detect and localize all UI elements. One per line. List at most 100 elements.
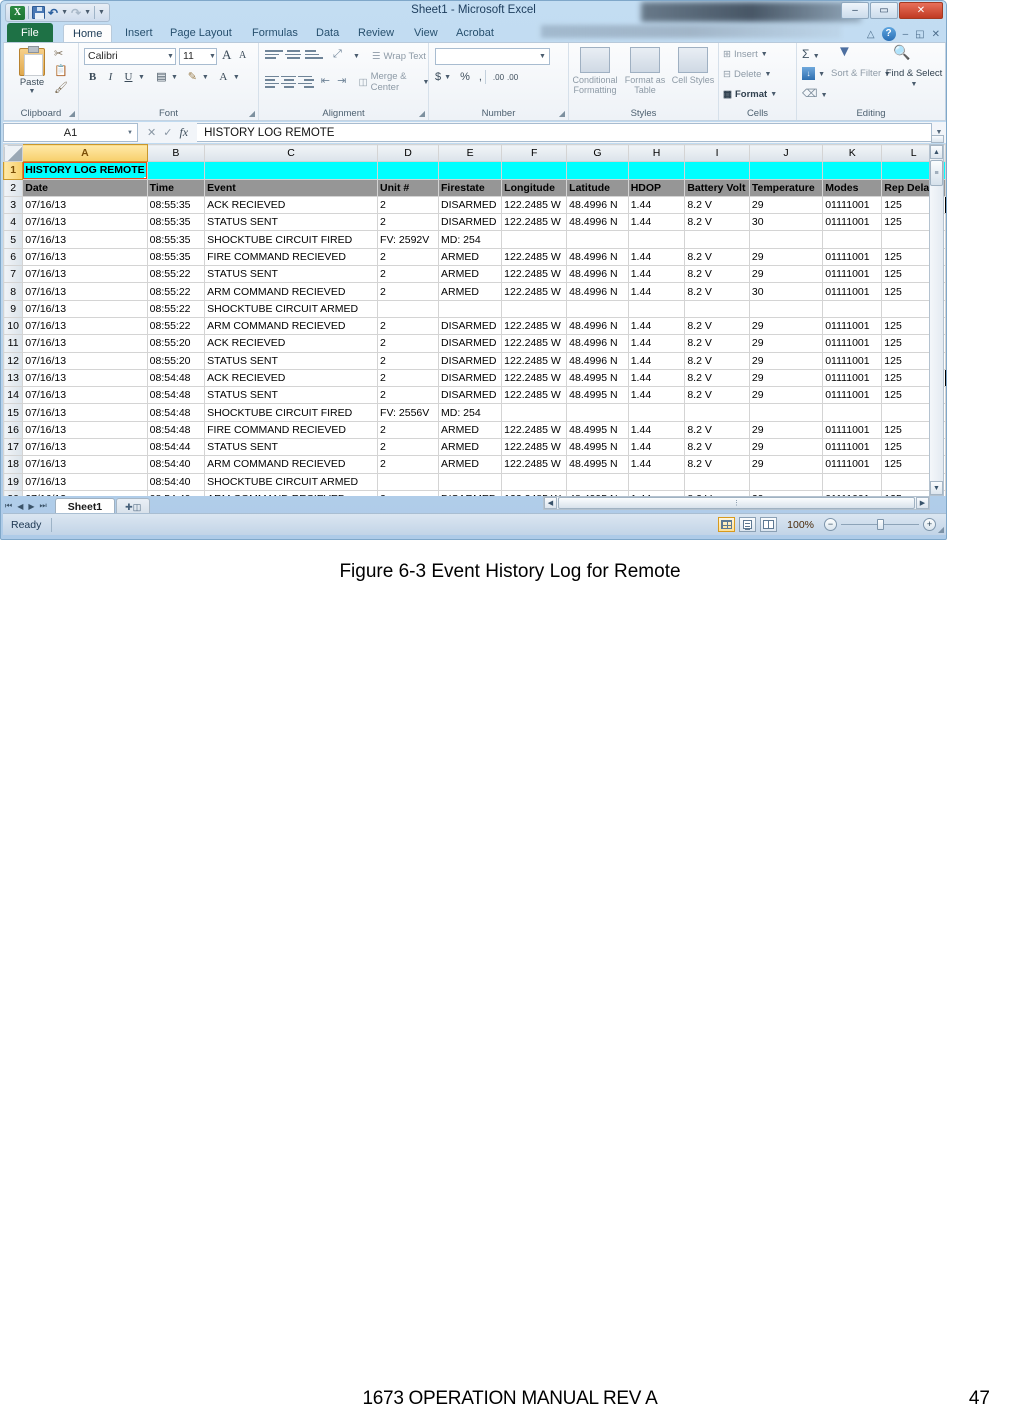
zoom-out-button[interactable]: − <box>824 518 837 531</box>
row-header-7[interactable]: 7 <box>3 265 24 284</box>
row-header-13[interactable]: 13 <box>3 368 24 388</box>
cell-f5[interactable] <box>501 230 568 249</box>
align-left-icon[interactable] <box>265 74 280 91</box>
cell-b5[interactable]: 08:55:35 <box>146 230 206 249</box>
number-format-select[interactable] <box>435 48 550 65</box>
zoom-in-button[interactable]: + <box>923 518 936 531</box>
row-header-12[interactable]: 12 <box>3 351 24 370</box>
cell-j8[interactable]: 30 <box>748 282 824 301</box>
cell-f19[interactable] <box>501 472 568 491</box>
cell-b13[interactable]: 08:54:48 <box>146 368 206 388</box>
cell-i15[interactable] <box>684 403 750 422</box>
sort-filter-button[interactable]: ▼ Sort & Filter ▼ <box>831 44 891 80</box>
row-header-4[interactable]: 4 <box>3 213 24 232</box>
cell-c4[interactable]: STATUS SENT <box>204 213 379 232</box>
cell-f18[interactable]: 122.2485 W <box>501 455 568 474</box>
cell-styles-button[interactable]: Cell Styles <box>669 47 717 85</box>
cell-k16[interactable]: 01111001 <box>822 420 883 440</box>
grow-font-icon[interactable]: A <box>222 47 231 63</box>
cell-a6[interactable]: 07/16/13 <box>22 247 148 267</box>
minimize-button[interactable]: – <box>841 2 869 19</box>
row-header-8[interactable]: 8 <box>3 282 24 301</box>
cell-b18[interactable]: 08:54:40 <box>146 455 206 474</box>
cell-d9[interactable] <box>377 299 439 318</box>
cell-k3[interactable]: 01111001 <box>822 195 883 215</box>
cell-a16[interactable]: 07/16/13 <box>22 420 148 440</box>
cell-e9[interactable] <box>437 299 503 318</box>
sheet-tab-sheet1[interactable]: Sheet1 <box>54 497 116 515</box>
cell-b11[interactable]: 08:55:20 <box>146 334 206 353</box>
wrap-text-button[interactable]: ☰ Wrap Text <box>372 51 426 62</box>
cell-g5[interactable] <box>566 230 629 249</box>
cell-h18[interactable]: 1.44 <box>627 455 686 474</box>
cell-e7[interactable]: ARMED <box>437 265 503 284</box>
cell-i4[interactable]: 8.2 V <box>684 213 750 232</box>
cut-icon[interactable]: ✂ <box>54 47 69 62</box>
column-label-c[interactable]: Event <box>204 178 379 197</box>
row-header-2[interactable]: 2 <box>3 178 24 197</box>
row-header-15[interactable]: 15 <box>3 403 24 422</box>
horizontal-scroll-thumb[interactable]: ⋮ <box>558 497 915 509</box>
restore-workbook-icon[interactable]: ◱ <box>915 29 924 40</box>
tab-acrobat[interactable]: Acrobat <box>447 24 503 43</box>
cell-g19[interactable] <box>566 472 629 491</box>
cell-h4[interactable]: 1.44 <box>627 213 686 232</box>
delete-dropdown-icon[interactable]: ▼ <box>764 71 771 78</box>
font-dialog-launcher[interactable]: ◢ <box>249 109 255 118</box>
cell-k8[interactable]: 01111001 <box>822 282 883 301</box>
cell-b12[interactable]: 08:55:20 <box>146 351 206 370</box>
cell-k1[interactable] <box>822 161 883 180</box>
vertical-scrollbar[interactable]: ▲ ≡ ▼ <box>929 135 944 496</box>
cell-e13[interactable]: DISARMED <box>437 368 503 388</box>
cell-f4[interactable]: 122.2485 W <box>501 213 568 232</box>
cell-k6[interactable]: 01111001 <box>822 247 883 267</box>
currency-icon[interactable]: $ <box>435 71 441 83</box>
cell-d4[interactable]: 2 <box>377 213 439 232</box>
font-name-dropdown-icon[interactable]: ▼ <box>167 53 174 60</box>
cell-j19[interactable] <box>748 472 824 491</box>
close-button[interactable]: ✕ <box>899 2 943 19</box>
cell-i9[interactable] <box>684 299 750 318</box>
cell-e11[interactable]: DISARMED <box>437 334 503 353</box>
cell-i8[interactable]: 8.2 V <box>684 282 750 301</box>
name-box[interactable]: A1 ▼ <box>3 123 138 142</box>
column-header-b[interactable]: B <box>146 144 206 163</box>
cell-h1[interactable] <box>627 161 686 180</box>
clipboard-dialog-launcher[interactable]: ◢ <box>69 109 75 118</box>
row-header-10[interactable]: 10 <box>3 316 24 336</box>
column-header-i[interactable]: I <box>684 144 750 163</box>
cell-k5[interactable] <box>822 230 883 249</box>
cell-b19[interactable]: 08:54:40 <box>146 472 206 491</box>
cell-f17[interactable]: 122.2485 W <box>501 438 568 457</box>
cell-c17[interactable]: STATUS SENT <box>204 438 379 457</box>
cell-b9[interactable]: 08:55:22 <box>146 299 206 318</box>
cell-b4[interactable]: 08:55:35 <box>146 213 206 232</box>
column-header-f[interactable]: F <box>501 144 568 163</box>
decrease-indent-icon[interactable]: ⇤ <box>321 74 335 91</box>
cell-a7[interactable]: 07/16/13 <box>22 265 148 284</box>
column-header-g[interactable]: G <box>566 144 629 163</box>
cell-c9[interactable]: SHOCKTUBE CIRCUIT ARMED <box>204 299 379 318</box>
cell-c19[interactable]: SHOCKTUBE CIRCUIT ARMED <box>204 472 379 491</box>
page-break-preview-icon[interactable] <box>760 517 778 532</box>
cell-j16[interactable]: 29 <box>748 420 824 440</box>
cell-g8[interactable]: 48.4996 N <box>566 282 629 301</box>
middle-align-icon[interactable] <box>285 48 303 65</box>
row-header-19[interactable]: 19 <box>3 472 24 491</box>
column-label-d[interactable]: Unit # <box>377 178 439 197</box>
tab-view[interactable]: View <box>405 24 447 43</box>
cell-f12[interactable]: 122.2485 W <box>501 351 568 370</box>
insert-cells-button[interactable]: ⊞ Insert ▼ <box>723 49 768 60</box>
normal-view-icon[interactable] <box>718 517 736 532</box>
percent-icon[interactable]: % <box>460 71 470 83</box>
cell-j5[interactable] <box>748 230 824 249</box>
autosum-button[interactable]: Σ ▼ <box>802 47 820 61</box>
cell-a10[interactable]: 07/16/13 <box>22 316 148 336</box>
cell-e10[interactable]: DISARMED <box>437 316 503 336</box>
cancel-formula-icon[interactable]: ✕ <box>147 126 156 139</box>
cell-j9[interactable] <box>748 299 824 318</box>
cell-d19[interactable] <box>377 472 439 491</box>
cell-k12[interactable]: 01111001 <box>822 351 883 370</box>
increase-indent-icon[interactable]: ⇥ <box>337 74 351 91</box>
cell-i10[interactable]: 8.2 V <box>684 316 750 336</box>
